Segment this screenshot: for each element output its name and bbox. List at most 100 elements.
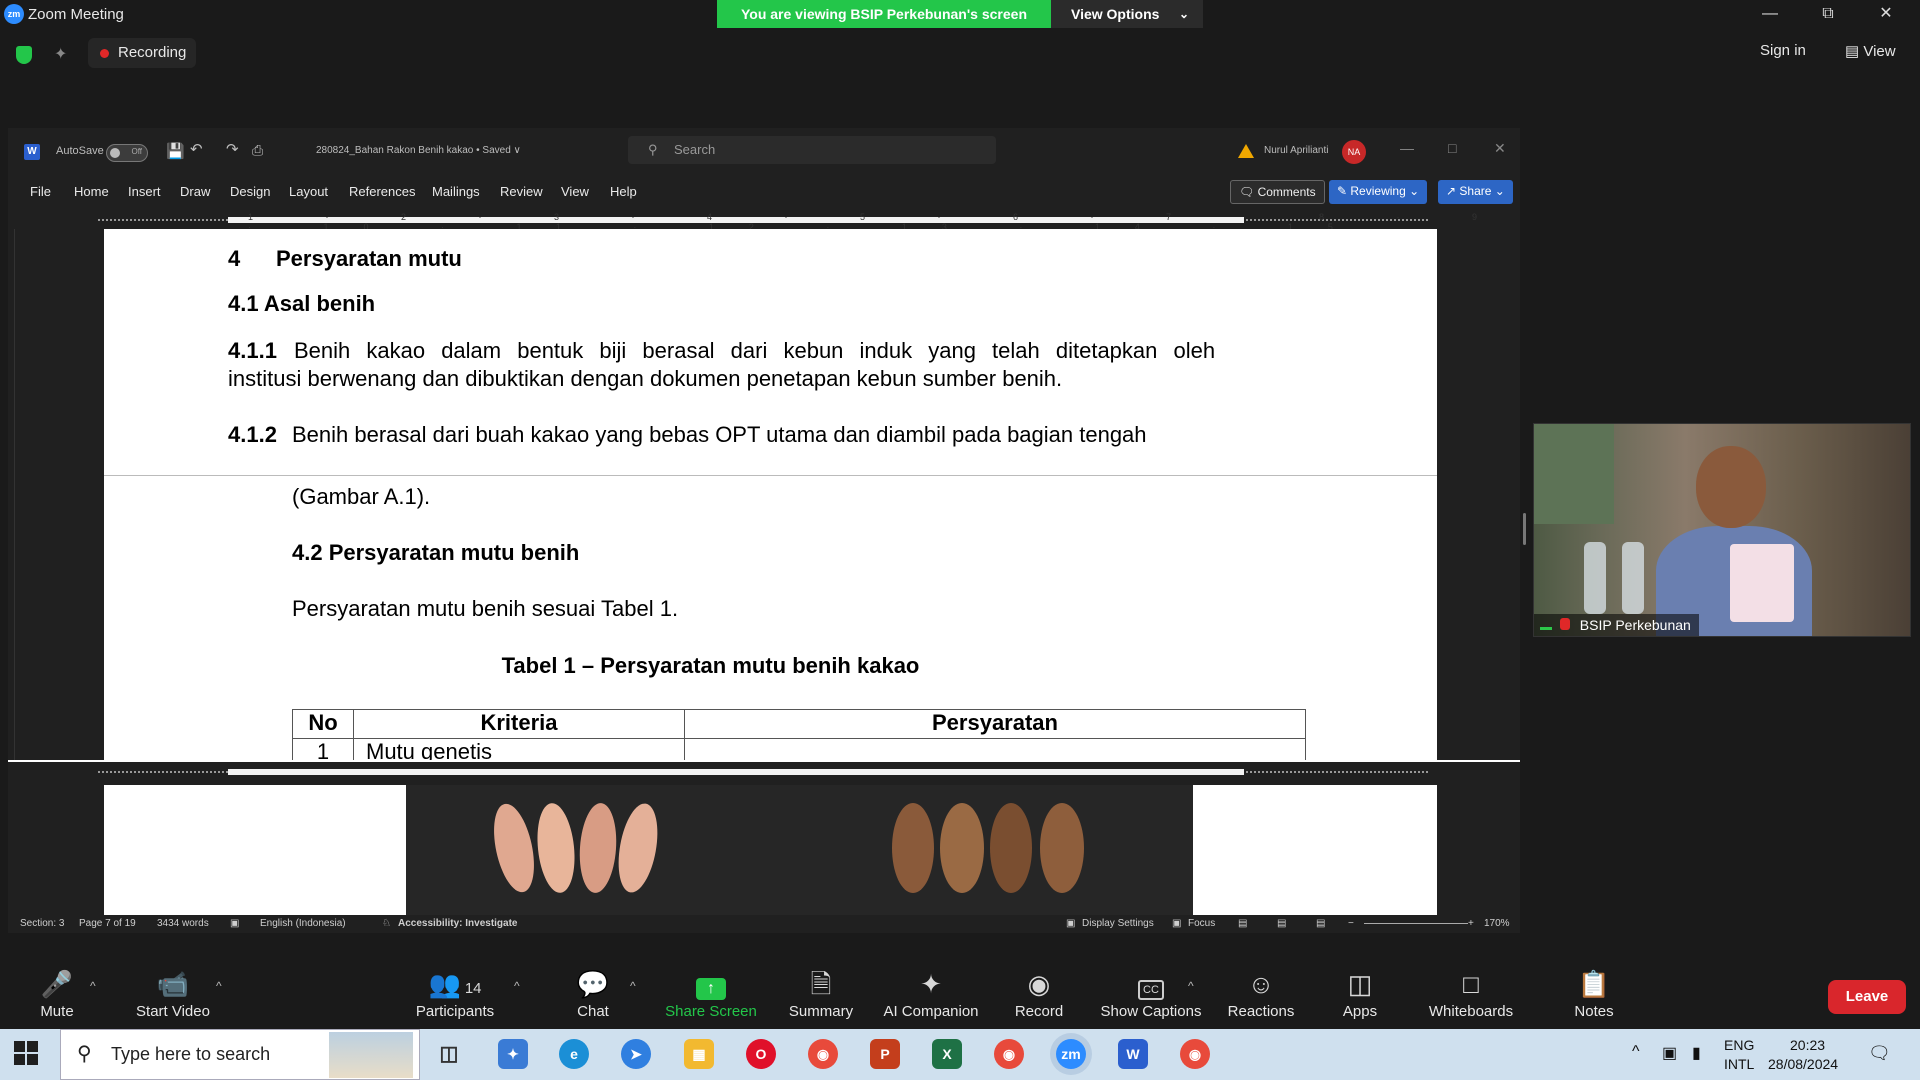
word-search-box[interactable]: ⚲ Search [628, 136, 996, 164]
mute-button[interactable]: 🎤 Mute ^ [2, 967, 112, 1020]
lower-horizontal-ruler[interactable] [8, 762, 1520, 782]
horizontal-ruler[interactable]: 1 · 2 · 3 · 4 · 5 · 6 · 7 · 8 · 9 · 10 ·… [8, 210, 1520, 232]
zoom-out-icon[interactable]: − [1348, 918, 1354, 929]
proofing-icon[interactable]: ▣ [230, 918, 239, 929]
menu-home[interactable]: Home [74, 184, 109, 199]
minimize-window-button[interactable]: — [1750, 2, 1790, 26]
sign-in-button[interactable]: Sign in [1760, 42, 1806, 59]
print-icon[interactable]: ⎙ [252, 142, 263, 159]
leave-button[interactable]: Leave [1828, 980, 1906, 1014]
video-options-caret-icon[interactable]: ^ [216, 979, 222, 993]
view-options-button[interactable]: View Options ⌄ [1051, 0, 1203, 28]
whiteboards-button[interactable]: □ Whiteboards [1416, 967, 1526, 1020]
battery-icon[interactable]: ▮ [1692, 1043, 1701, 1063]
lower-document-pane[interactable] [104, 785, 1437, 915]
show-captions-button[interactable]: CC Show Captions ^ [1094, 967, 1208, 1020]
edge-alt-icon[interactable]: ➤ [621, 1039, 651, 1069]
share-screen-button[interactable]: ↑ Share Screen [656, 967, 766, 1020]
encryption-shield-icon[interactable] [16, 46, 32, 64]
notifications-icon[interactable]: 🗨 [1868, 1043, 1891, 1064]
warning-icon[interactable] [1238, 144, 1254, 158]
menu-file[interactable]: File [30, 184, 51, 199]
record-button[interactable]: ◉ Record [984, 967, 1094, 1020]
word-close-icon[interactable]: ✕ [1494, 140, 1506, 157]
vertical-ruler[interactable] [14, 229, 26, 760]
status-language[interactable]: English (Indonesia) [260, 918, 346, 929]
chat-button[interactable]: 💬 Chat ^ [538, 967, 648, 1020]
print-layout-icon[interactable]: ▤ [1277, 918, 1286, 929]
restore-window-button[interactable]: ⧉ [1808, 2, 1848, 26]
apps-button[interactable]: ◫ Apps [1305, 967, 1415, 1020]
zoom-in-icon[interactable]: + [1468, 918, 1474, 929]
menu-review[interactable]: Review [500, 184, 543, 199]
task-view-icon[interactable]: ◫ [434, 1039, 464, 1069]
clock-time[interactable]: 20:23 [1790, 1037, 1825, 1053]
chat-caret-icon[interactable]: ^ [630, 979, 636, 993]
file-explorer-icon[interactable]: ▦ [684, 1039, 714, 1069]
menu-help[interactable]: Help [610, 184, 637, 199]
web-layout-icon[interactable]: ▤ [1316, 918, 1325, 929]
powerpoint-icon[interactable]: P [870, 1039, 900, 1069]
reactions-button[interactable]: ☺ Reactions [1206, 967, 1316, 1020]
start-video-button[interactable]: 📹 Start Video ^ [118, 967, 228, 1020]
status-section: Section: 3 [20, 918, 65, 929]
redo-icon[interactable]: ↷ [226, 140, 239, 158]
share-button[interactable]: ↗ Share ⌄ [1438, 180, 1513, 204]
undo-icon[interactable]: ↶ [190, 140, 203, 158]
focus-mode[interactable]: Focus [1188, 918, 1215, 929]
taskbar-search-box[interactable]: ⚲ Type here to search [60, 1029, 420, 1080]
avatar[interactable]: NA [1342, 140, 1366, 164]
save-icon[interactable]: 💾 [166, 142, 185, 160]
chrome-profile-icon[interactable]: ◉ [994, 1039, 1024, 1069]
menu-references[interactable]: References [349, 184, 415, 199]
participant-video-tile[interactable]: BSIP Perkebunan [1533, 423, 1911, 637]
menu-insert[interactable]: Insert [128, 184, 161, 199]
recording-indicator[interactable]: Recording [88, 38, 196, 68]
edge-icon[interactable]: e [559, 1039, 589, 1069]
zoom-taskbar-icon[interactable]: zm [1056, 1039, 1086, 1069]
participants-caret-icon[interactable]: ^ [514, 979, 520, 993]
excel-icon[interactable]: X [932, 1039, 962, 1069]
status-accessibility[interactable]: Accessibility: Investigate [398, 918, 518, 929]
clock-date[interactable]: 28/08/2024 [1768, 1056, 1838, 1072]
document-name[interactable]: 280824_Bahan Rakon Benih kakao • Saved ∨ [316, 145, 521, 156]
tray-overflow-icon[interactable]: ^ [1632, 1043, 1640, 1061]
view-button[interactable]: ▤ View [1845, 42, 1896, 60]
autosave-toggle[interactable]: Off [106, 144, 148, 162]
windows-start-button[interactable] [14, 1041, 38, 1065]
read-mode-icon[interactable]: ▤ [1238, 918, 1247, 929]
meet-now-icon[interactable]: ▣ [1662, 1043, 1677, 1063]
panel-resize-handle[interactable] [1523, 513, 1526, 545]
chrome-icon[interactable]: ◉ [808, 1039, 838, 1069]
word-taskbar-icon[interactable]: W [1118, 1039, 1148, 1069]
captions-caret-icon[interactable]: ^ [1188, 979, 1194, 993]
opera-icon[interactable]: O [746, 1039, 776, 1069]
language-line1[interactable]: ENG [1724, 1037, 1754, 1053]
summary-button[interactable]: 🗎 Summary [766, 967, 876, 1020]
document-page[interactable]: 4 Persyaratan mutu 4.1 Asal benih 4.1.1 … [104, 229, 1437, 760]
reviewing-button[interactable]: ✎ Reviewing ⌄ [1329, 180, 1428, 204]
status-page[interactable]: Page 7 of 19 [79, 918, 136, 929]
word-restore-icon[interactable]: □ [1448, 140, 1456, 156]
notes-button[interactable]: 📋 Notes [1539, 967, 1649, 1020]
menu-design[interactable]: Design [230, 184, 270, 199]
status-words[interactable]: 3434 words [157, 918, 209, 929]
audio-options-caret-icon[interactable]: ^ [90, 979, 96, 993]
display-settings[interactable]: Display Settings [1082, 918, 1154, 929]
chrome-second-icon[interactable]: ◉ [1180, 1039, 1210, 1069]
copilot-icon[interactable]: ✦ [498, 1039, 528, 1069]
zoom-slider[interactable] [1364, 923, 1468, 924]
zoom-level[interactable]: 170% [1484, 918, 1510, 929]
participants-button[interactable]: 👥 14 Participants ^ [400, 967, 520, 1020]
cocoa-beans-image[interactable] [406, 785, 1193, 915]
comments-button[interactable]: 🗨 Comments [1230, 180, 1325, 204]
ai-companion-button[interactable]: ✦ AI Companion [876, 967, 986, 1020]
menu-draw[interactable]: Draw [180, 184, 210, 199]
menu-view[interactable]: View [561, 184, 589, 199]
word-minimize-icon[interactable]: — [1400, 140, 1414, 156]
close-window-button[interactable]: ✕ [1866, 2, 1906, 26]
language-line2[interactable]: INTL [1724, 1056, 1754, 1072]
menu-layout[interactable]: Layout [289, 184, 328, 199]
ai-sparkle-icon[interactable]: ✦ [54, 44, 67, 64]
menu-mailings[interactable]: Mailings [432, 184, 480, 199]
